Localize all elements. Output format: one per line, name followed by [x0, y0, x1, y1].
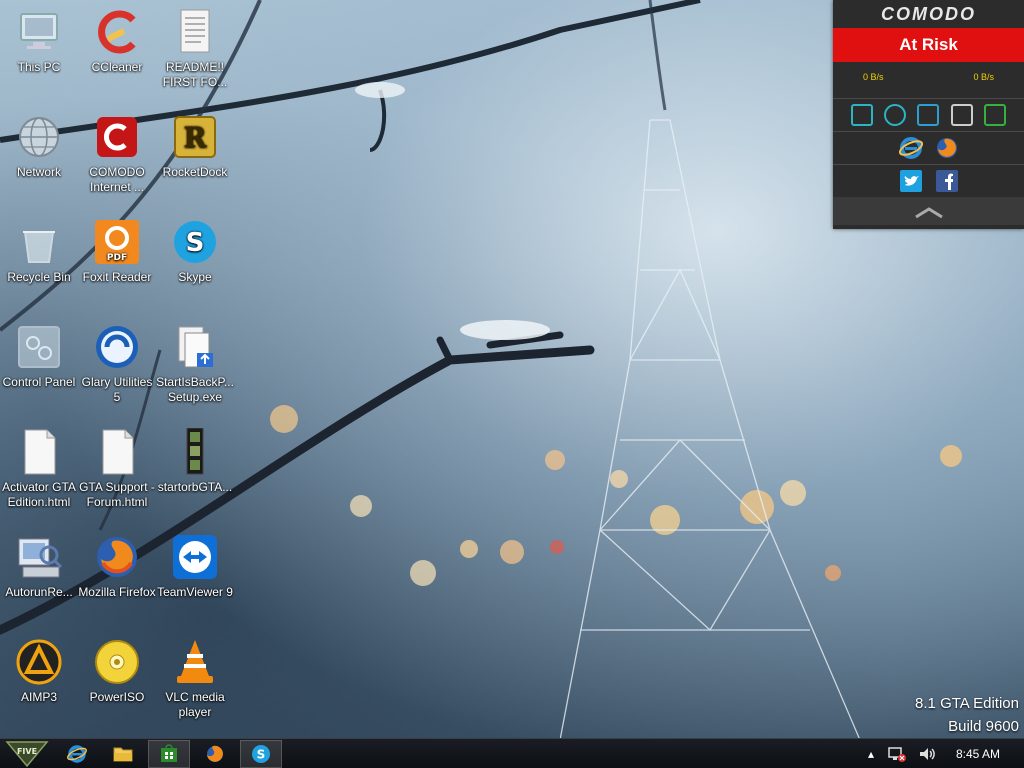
support-tool-icon[interactable] — [984, 104, 1007, 126]
teamviewer-icon — [171, 533, 219, 581]
show-hidden-icons-chevron-icon[interactable]: ▴ — [868, 747, 874, 761]
setup-exe-icon — [171, 323, 219, 371]
autorun-icon — [15, 533, 63, 581]
glary-utilities-icon — [93, 323, 141, 371]
html-file-icon — [15, 428, 63, 476]
desktop-icon-autorun[interactable]: AutorunRe... — [0, 533, 78, 600]
scan-tool-icon[interactable] — [884, 104, 907, 126]
desktop-icon-network[interactable]: Network — [0, 113, 78, 180]
system-tray: ▴ 8:45 AM — [860, 739, 1024, 768]
desktop-icon-vlc[interactable]: VLC media player — [156, 638, 234, 720]
desktop-icon-control-panel[interactable]: Control Panel — [0, 323, 78, 390]
ccleaner-icon — [93, 8, 141, 56]
network-icon — [15, 113, 63, 161]
volume-icon[interactable] — [918, 746, 936, 762]
desktop-icon-startorb[interactable]: startorbGTA... — [156, 427, 234, 495]
download-rate: 0 B/s — [863, 72, 884, 82]
desktop-icon-rocketdock[interactable]: R RocketDock — [156, 113, 234, 180]
desktop-icon-poweriso[interactable]: PowerISO — [78, 638, 156, 705]
taskbar-file-explorer[interactable] — [102, 740, 144, 768]
svg-text:S: S — [257, 748, 266, 762]
edition-text: 8.1 GTA Edition — [915, 695, 1019, 712]
gta-v-start-orb-icon: FIVE — [5, 741, 49, 768]
taskbar-firefox[interactable] — [194, 740, 236, 768]
kiosk-tool-icon[interactable] — [950, 104, 973, 126]
comodo-brand: COMODO — [881, 4, 976, 24]
build-text: Build 9600 — [948, 718, 1019, 735]
sandbox-tool-icon[interactable] — [850, 104, 873, 126]
comodo-widget: COMODO At Risk 0 B/s 0 B/s — [833, 0, 1024, 229]
desktop-icon-firefox[interactable]: Mozilla Firefox — [78, 533, 156, 600]
comodo-browser-row — [833, 132, 1024, 164]
comodo-tool-row — [833, 99, 1024, 131]
chevron-up-icon — [914, 207, 943, 219]
desktop-icon-recycle-bin[interactable]: Recycle Bin — [0, 218, 78, 285]
collapse-widget-button[interactable] — [833, 197, 1024, 225]
folder-icon — [113, 747, 133, 762]
skype-icon: S — [252, 745, 270, 763]
internet-explorer-icon — [67, 745, 87, 763]
svg-text:PDF: PDF — [107, 253, 127, 263]
skype-icon: S — [171, 218, 219, 266]
aimp-icon — [15, 638, 63, 686]
dashboard-tool-icon[interactable] — [917, 104, 940, 126]
taskbar-skype[interactable]: S — [240, 740, 282, 768]
desktop-icon-comodo[interactable]: COMODO Internet ... — [78, 113, 156, 195]
recycle-bin-icon — [15, 218, 63, 266]
comodo-social-row — [833, 165, 1024, 197]
poweriso-icon — [93, 638, 141, 686]
taskbar-internet-explorer[interactable] — [56, 740, 98, 768]
foxit-reader-icon: PDF — [93, 218, 141, 266]
comodo-status-badge[interactable]: At Risk — [833, 28, 1024, 62]
desktop-icon-ccleaner[interactable]: CCleaner — [78, 8, 156, 75]
firefox-icon — [207, 745, 223, 762]
desktop-icon-aimp[interactable]: AIMP3 — [0, 638, 78, 705]
text-document-icon — [171, 8, 219, 56]
clock[interactable]: 8:45 AM — [956, 747, 1000, 761]
desktop-icon-this-pc[interactable]: This PC — [0, 8, 78, 75]
start-button[interactable]: FIVE — [2, 740, 52, 768]
control-panel-icon — [15, 323, 63, 371]
firefox-icon[interactable] — [935, 136, 959, 160]
firefox-icon — [93, 533, 141, 581]
facebook-icon[interactable] — [935, 170, 958, 192]
desktop-icon-readme[interactable]: README!! FIRST FO... — [156, 8, 234, 90]
desktop-icon-glary[interactable]: Glary Utilities 5 — [78, 323, 156, 405]
taskbar: FIVE S ▴ 8:45 AM — [0, 738, 1024, 768]
rocketdock-icon: R — [171, 113, 219, 161]
desktop-icon-startisback[interactable]: StartIsBackP... Setup.exe — [156, 323, 234, 405]
comodo-internet-security-icon — [93, 113, 141, 161]
startorb-image-icon — [171, 427, 219, 476]
internet-explorer-icon[interactable] — [898, 136, 923, 160]
network-status-icon[interactable] — [888, 746, 906, 762]
svg-text:FIVE: FIVE — [17, 747, 37, 756]
desktop-icon-activator-html[interactable]: Activator GTA Edition.html — [0, 428, 78, 510]
this-pc-icon — [15, 8, 63, 56]
store-icon — [161, 744, 177, 762]
svg-text:R: R — [183, 121, 207, 154]
upload-rate: 0 B/s — [973, 72, 994, 82]
taskbar-store[interactable] — [148, 740, 190, 768]
svg-text:S: S — [186, 228, 205, 258]
desktop-icon-skype[interactable]: S Skype — [156, 218, 234, 285]
desktop-icon-teamviewer[interactable]: TeamViewer 9 — [156, 533, 234, 600]
vlc-icon — [171, 638, 219, 686]
comodo-traffic-rates: 0 B/s 0 B/s — [833, 62, 1024, 98]
desktop-icon-foxit[interactable]: PDF Foxit Reader — [78, 218, 156, 285]
os-version-watermark: 8.1 GTA Edition Build 9600 — [915, 692, 1019, 738]
html-file-icon — [93, 428, 141, 476]
twitter-icon[interactable] — [899, 170, 922, 192]
desktop-icon-gta-support-html[interactable]: GTA Support - Forum.html — [78, 428, 156, 510]
